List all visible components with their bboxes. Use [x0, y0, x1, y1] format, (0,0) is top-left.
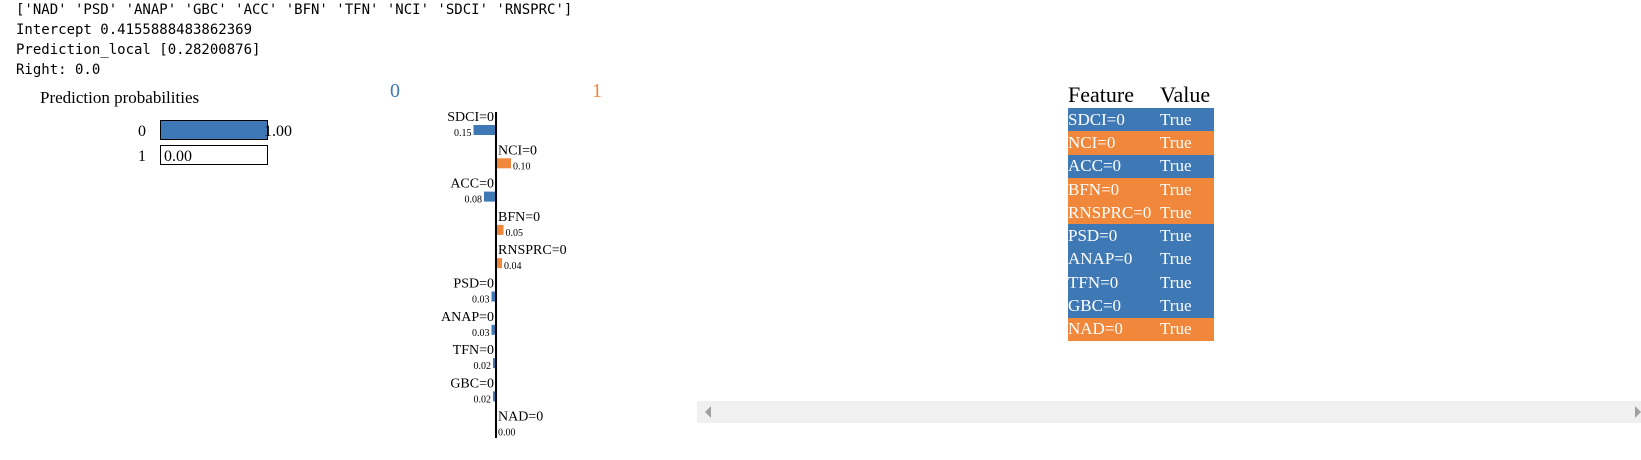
value-cell: True [1160, 109, 1192, 129]
value-cell: True [1160, 156, 1192, 176]
feature-label: GBC=0 [450, 376, 494, 391]
feature-label: NCI=0 [498, 143, 537, 158]
scroll-right-arrow-icon[interactable] [1635, 406, 1641, 418]
feature-cell: TFN=0 [1068, 272, 1119, 292]
value-cell: True [1160, 249, 1192, 269]
feature-label: PSD=0 [453, 277, 494, 292]
feature-value-table: Feature Value SDCI=0 True NCI=0 True ACC=0 Tr… [1068, 80, 1214, 341]
horizontal-scrollbar[interactable] [697, 401, 1641, 423]
feature-cell: PSD=0 [1068, 226, 1118, 246]
value-cell: True [1160, 319, 1192, 339]
feature-weight-value: 0.10 [513, 161, 531, 172]
value-cell: True [1160, 296, 1192, 316]
feature-cell: GBC=0 [1068, 296, 1122, 316]
table-row: NAD=0 True [1068, 317, 1214, 341]
feature-cell: NAD=0 [1068, 319, 1123, 339]
feature-column-header: Feature [1068, 82, 1134, 107]
feature-weight-value: 0.02 [474, 394, 492, 405]
feature-cell: SDCI=0 [1068, 109, 1125, 129]
feature-weight-value: 0.08 [465, 195, 483, 206]
table-row: ACC=0 True [1068, 154, 1214, 178]
value-cell: True [1160, 272, 1192, 292]
feature-label: NAD=0 [498, 410, 543, 425]
feature-weight-value: 0.15 [454, 128, 472, 139]
feature-weight-bar [496, 158, 511, 169]
feature-weights-chart: SDCI=0 0.15 NCI=0 0.10 ACC=0 0.08 BFN=0 0.05 RNS… [441, 110, 567, 439]
feature-weight-value: 0.02 [474, 361, 492, 372]
feature-label: ANAP=0 [441, 310, 494, 325]
scroll-left-arrow-icon[interactable] [705, 406, 711, 418]
feature-cell: ANAP=0 [1068, 249, 1133, 269]
value-cell: True [1160, 226, 1192, 246]
table-row: NCI=0 True [1068, 131, 1214, 155]
value-cell: True [1160, 202, 1192, 222]
feature-label: TFN=0 [453, 343, 494, 358]
feature-label: SDCI=0 [447, 110, 494, 125]
value-cell: True [1160, 132, 1192, 152]
feature-weight-value: 0.05 [506, 228, 524, 239]
table-row: ANAP=0 True [1068, 247, 1214, 272]
table-row: GBC=0 True [1068, 294, 1214, 318]
table-row: PSD=0 True [1068, 224, 1214, 248]
value-column-header: Value [1160, 82, 1211, 107]
feature-label: BFN=0 [498, 210, 540, 225]
table-row: TFN=0 True [1068, 271, 1214, 295]
feature-weight-value: 0.03 [472, 295, 490, 306]
feature-label: ACC=0 [450, 177, 494, 192]
feature-cell: NCI=0 [1068, 132, 1116, 152]
table-row: BFN=0 True [1068, 177, 1214, 202]
feature-weight-value: 0.04 [504, 261, 522, 272]
feature-cell: ACC=0 [1068, 156, 1122, 176]
table-row: SDCI=0 True [1068, 108, 1214, 132]
feature-weight-bar [496, 224, 504, 235]
table-row: RNSPRC=0 True [1068, 201, 1214, 225]
feature-label: RNSPRC=0 [498, 243, 567, 258]
chart-axis-line [495, 112, 497, 438]
value-cell: True [1160, 179, 1192, 199]
feature-weight-value: 0.00 [498, 428, 516, 439]
feature-cell: RNSPRC=0 [1068, 202, 1152, 222]
feature-weight-value: 0.03 [472, 328, 490, 339]
feature-cell: BFN=0 [1068, 179, 1120, 199]
table-header-row: Feature Value [1068, 80, 1214, 108]
feature-weight-bar [473, 125, 496, 135]
